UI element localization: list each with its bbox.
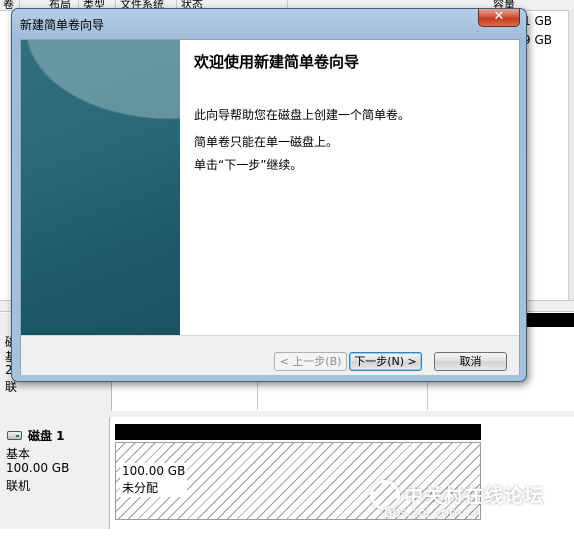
wizard-body: 欢迎使用新建简单卷向导 此向导帮助您在磁盘上创建一个简单卷。 简单卷只能在单一磁… (20, 39, 520, 375)
disk0-partition-header (520, 313, 574, 327)
wizard-content: 欢迎使用新建简单卷向导 此向导帮助您在磁盘上创建一个简单卷。 简单卷只能在单一磁… (180, 40, 519, 335)
disk1-size: 100.00 GB (6, 461, 70, 475)
wizard-button-bar: < 上一步(B) 下一步(N) > 取消 (21, 335, 519, 375)
wizard-side-banner (21, 40, 180, 335)
wizard-description: 单击“下一步”继续。 (194, 158, 303, 172)
site-watermark: 中关村在线论坛 bbs.zol.com.cn (370, 478, 560, 528)
wizard-description: 此向导帮助您在磁盘上创建一个简单卷。 (194, 108, 411, 122)
back-button[interactable]: < 上一步(B) (274, 352, 347, 371)
wizard-heading: 欢迎使用新建简单卷向导 (194, 53, 360, 71)
watermark-text: 中关村在线论坛 (404, 485, 545, 507)
unallocated-header-bar (115, 424, 481, 440)
wizard-description: 简单卷只能在单一磁盘上。 (194, 135, 339, 149)
hard-disk-icon (7, 431, 22, 440)
partition-state: 未分配 (122, 481, 159, 495)
cancel-button[interactable]: 取消 (434, 352, 507, 371)
volume-list-scrollbar[interactable] (568, 10, 574, 300)
disk1-label-panel[interactable]: 磁盘 1 基本 100.00 GB 联机 (0, 417, 110, 529)
next-button[interactable]: 下一步(N) > (349, 352, 422, 371)
close-button[interactable]: ✕ (478, 9, 520, 27)
disk1-type: 基本 (6, 447, 31, 461)
disk1-status: 联机 (6, 479, 31, 493)
disk1-name: 磁盘 1 (28, 429, 65, 443)
unallocated-partition-text: 100.00 GB 未分配 (120, 463, 188, 497)
new-simple-volume-wizard: 新建简单卷向导 ✕ 欢迎使用新建简单卷向导 此向导帮助您在磁盘上创建一个简单卷。… (11, 8, 527, 382)
partition-size: 100.00 GB (122, 464, 186, 478)
wizard-title: 新建简单卷向导 (20, 18, 105, 32)
watermark-url: bbs.zol.com.cn (384, 506, 482, 521)
disk1-title: 磁盘 1 (7, 427, 65, 444)
